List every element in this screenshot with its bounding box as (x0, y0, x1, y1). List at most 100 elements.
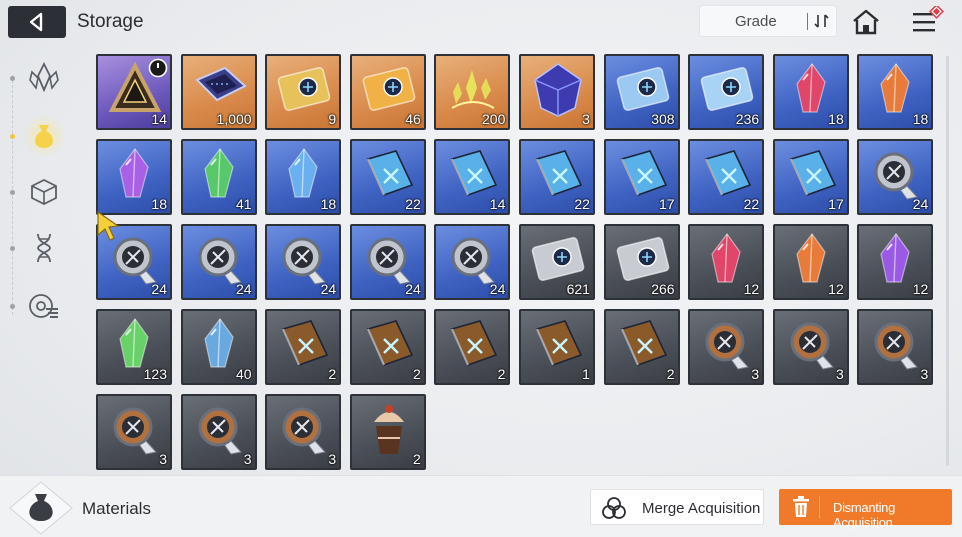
ticket-icon (531, 237, 585, 281)
dismantle-acquisition-button[interactable]: Dismanting Acquisition (779, 489, 952, 530)
sidebar-dot-active (10, 134, 15, 139)
medal-icon (790, 322, 834, 370)
item-quantity: 41 (236, 196, 252, 212)
crystal-icon (119, 147, 149, 198)
item-slot[interactable]: 46 (349, 54, 426, 130)
menu-icon[interactable] (910, 6, 944, 36)
disc-icon (29, 294, 58, 318)
item-slot[interactable]: 22 (518, 139, 595, 215)
item-slot[interactable]: 18 (857, 54, 934, 130)
item-quantity: 3 (243, 451, 252, 467)
item-slot[interactable]: 2 (603, 309, 680, 385)
item-slot[interactable]: 123 (96, 309, 172, 385)
item-grid-panel: 14 1,000 9 46 200 3 308 236 18 18 18 41 … (93, 50, 943, 472)
item-quantity: 22 (574, 196, 590, 212)
sidebar-item-discs[interactable] (22, 284, 66, 328)
book-icon (620, 320, 667, 367)
item-slot[interactable]: 14 (96, 54, 172, 130)
item-quantity: 236 (735, 111, 760, 127)
item-slot[interactable]: 266 (603, 224, 680, 300)
item-slot[interactable]: 1,000 (180, 54, 257, 130)
merge-acquisition-button[interactable]: Merge Acquisition (590, 489, 764, 525)
book-icon (366, 320, 413, 367)
item-quantity: 14 (151, 111, 167, 127)
item-slot[interactable]: 3 (772, 309, 849, 385)
item-slot[interactable]: 17 (603, 139, 680, 215)
item-slot[interactable]: 41 (180, 139, 257, 215)
item-quantity: 18 (320, 196, 337, 212)
sort-order-icon[interactable] (813, 12, 831, 30)
back-button[interactable] (8, 6, 66, 38)
item-slot[interactable]: 308 (603, 54, 680, 130)
item-slot[interactable]: 24 (265, 224, 342, 300)
item-slot[interactable]: 2 (349, 309, 426, 385)
materials-category-icon (9, 481, 73, 535)
merge-icon (602, 497, 626, 519)
trash-icon (793, 496, 809, 517)
item-quantity: 24 (489, 281, 506, 297)
crystal-icon (203, 317, 234, 368)
home-icon[interactable] (851, 8, 881, 36)
item-slot[interactable]: 3 (180, 394, 257, 470)
item-slot[interactable]: 3 (265, 394, 342, 470)
item-slot[interactable]: 2 (434, 309, 511, 385)
item-quantity: 17 (828, 196, 844, 212)
item-slot[interactable]: 9 (265, 54, 342, 130)
item-slot[interactable]: 18 (265, 139, 342, 215)
item-slot[interactable]: 17 (772, 139, 849, 215)
item-slot[interactable]: 14 (434, 139, 511, 215)
item-quantity: 3 (751, 366, 760, 382)
item-slot[interactable]: 2 (349, 394, 426, 470)
item-quantity: 18 (912, 111, 929, 127)
item-slot[interactable]: 12 (688, 224, 765, 300)
scrollbar[interactable] (946, 56, 949, 466)
back-arrow-icon (29, 12, 43, 32)
item-slot[interactable]: 2 (265, 309, 342, 385)
item-slot[interactable]: 3 (688, 309, 765, 385)
item-slot[interactable]: 3 (518, 54, 595, 130)
item-grid: 14 1,000 9 46 200 3 308 236 18 18 18 41 … (93, 50, 936, 474)
item-quantity: 24 (405, 281, 421, 297)
page-title: Storage (77, 11, 144, 32)
item-slot[interactable]: 236 (688, 54, 765, 130)
item-slot[interactable]: 40 (180, 309, 257, 385)
item-slot[interactable]: 18 (96, 139, 172, 215)
item-slot[interactable]: 621 (518, 224, 595, 300)
sidebar-guide-line (12, 75, 14, 315)
bag-icon (35, 125, 53, 148)
item-quantity: 9 (328, 111, 337, 127)
medal-icon (874, 322, 919, 370)
divider (807, 13, 808, 30)
sort-dropdown[interactable]: Grade (699, 5, 837, 37)
item-slot[interactable]: 24 (857, 139, 934, 215)
crystal-icon (288, 147, 318, 198)
item-slot[interactable]: 24 (180, 224, 257, 300)
crystal-icon (796, 232, 826, 283)
item-slot[interactable]: 3 (857, 309, 934, 385)
item-quantity: 2 (497, 366, 506, 382)
item-slot[interactable]: 22 (349, 139, 426, 215)
item-quantity: 46 (405, 111, 421, 127)
item-slot[interactable]: 12 (857, 224, 934, 300)
item-slot[interactable]: 24 (349, 224, 426, 300)
crystal-icon (119, 317, 149, 368)
item-slot[interactable]: 18 (772, 54, 849, 130)
sidebar-item-materials[interactable] (22, 114, 66, 158)
item-slot[interactable]: 200 (434, 54, 511, 130)
item-slot[interactable]: 3 (96, 394, 172, 470)
merge-acquisition-label: Merge Acquisition (642, 500, 761, 517)
sidebar-item-cubes[interactable] (22, 170, 66, 214)
sidebar-item-crystals[interactable] (22, 55, 66, 99)
item-slot[interactable]: 12 (772, 224, 849, 300)
item-slot[interactable]: 1 (518, 309, 595, 385)
item-slot[interactable]: 24 (434, 224, 511, 300)
item-slot[interactable]: 22 (688, 139, 765, 215)
item-quantity: 24 (236, 281, 252, 297)
book-icon (789, 150, 836, 197)
item-quantity: 2 (412, 366, 421, 382)
medal-icon (367, 237, 411, 285)
book-icon (535, 150, 583, 197)
sidebar-item-genes[interactable] (22, 226, 66, 270)
item-quantity: 22 (743, 196, 760, 212)
item-quantity: 2 (412, 451, 421, 467)
